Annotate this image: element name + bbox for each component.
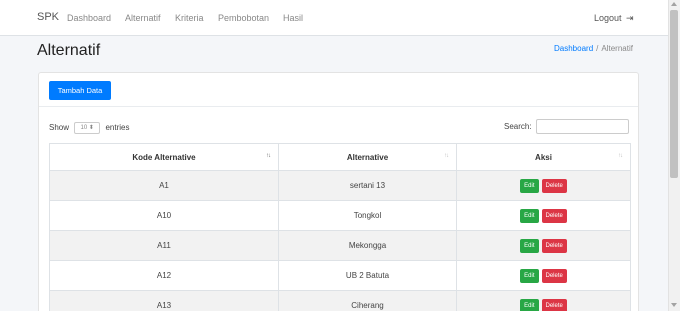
cell-aksi: Edit Delete: [456, 290, 631, 311]
card-header: Tambah Data: [39, 73, 638, 107]
navbar-brand[interactable]: SPK: [37, 11, 59, 23]
nav-link-hasil[interactable]: Hasil: [283, 13, 303, 23]
top-navbar: SPK Dashboard Alternatif Kriteria Pembob…: [0, 0, 668, 36]
chevron-updown-icon: ⬍: [88, 125, 94, 131]
entries-length-control: Show 10 ⬍ entries: [49, 122, 130, 134]
breadcrumb: Dashboard / Alternatif: [554, 44, 633, 53]
cell-kode: A11: [49, 230, 279, 261]
cell-alternative: sertani 13: [278, 170, 457, 201]
alternatif-table: Kode Alternative ↑↓ Alternative ↑↓ Aksi ↑↓ …: [49, 143, 631, 311]
show-label: Show: [49, 123, 70, 133]
cell-alternative: UB 2 Batuta: [278, 260, 457, 291]
column-header-kode-label: Kode Alternative: [132, 152, 196, 162]
cell-aksi: Edit Delete: [456, 230, 631, 261]
edit-button[interactable]: Edit: [520, 208, 539, 223]
alternatif-card: Tambah Data Show 10 ⬍ entries Search: Ko…: [38, 72, 639, 311]
column-header-alternative-label: Alternative: [346, 152, 389, 162]
breadcrumb-current: Alternatif: [601, 44, 633, 53]
cell-kode: A13: [49, 290, 279, 311]
delete-button[interactable]: Delete: [541, 298, 567, 311]
nav-link-kriteria[interactable]: Kriteria: [175, 13, 204, 23]
nav-link-dashboard[interactable]: Dashboard: [67, 13, 111, 23]
column-header-aksi-label: Aksi: [535, 152, 552, 162]
column-header-alternative[interactable]: Alternative ↑↓: [278, 143, 457, 171]
logout-label: Logout: [594, 13, 622, 23]
edit-button[interactable]: Edit: [520, 238, 539, 253]
edit-button[interactable]: Edit: [520, 268, 539, 283]
entries-length-select[interactable]: 10 ⬍: [74, 122, 101, 134]
cell-kode: A12: [49, 260, 279, 291]
edit-button[interactable]: Edit: [520, 298, 539, 311]
cell-alternative: Tongkol: [278, 200, 457, 231]
search-label: Search:: [504, 122, 532, 131]
page-title: Alternatif: [37, 42, 101, 59]
entries-label: entries: [105, 123, 130, 133]
table-header-row: Kode Alternative ↑↓ Alternative ↑↓ Aksi ↑↓: [49, 143, 631, 171]
table-row: A11 Mekongga Edit Delete: [49, 230, 631, 261]
sign-out-icon: ⇥: [626, 13, 634, 23]
vertical-scrollbar[interactable]: [668, 0, 680, 311]
table-row: A12 UB 2 Batuta Edit Delete: [49, 260, 631, 291]
scroll-up-arrow-icon[interactable]: [671, 2, 677, 6]
cell-alternative: Ciherang: [278, 290, 457, 311]
table-row: A10 Tongkol Edit Delete: [49, 200, 631, 231]
column-header-aksi[interactable]: Aksi ↑↓: [456, 143, 631, 171]
search-input[interactable]: [536, 119, 629, 134]
sort-asc-icon: ↑↓: [266, 153, 271, 159]
delete-button[interactable]: Delete: [541, 238, 567, 253]
edit-button[interactable]: Edit: [520, 178, 539, 193]
entries-length-value: 10: [80, 125, 88, 131]
add-data-button[interactable]: Tambah Data: [49, 81, 111, 100]
scroll-down-arrow-icon[interactable]: [671, 303, 677, 307]
delete-button[interactable]: Delete: [541, 208, 567, 223]
cell-aksi: Edit Delete: [456, 200, 631, 231]
scrollbar-thumb[interactable]: [670, 10, 678, 178]
delete-button[interactable]: Delete: [541, 178, 567, 193]
breadcrumb-home-link[interactable]: Dashboard: [554, 44, 593, 53]
sort-icon: ↑↓: [618, 153, 623, 159]
cell-aksi: Edit Delete: [456, 170, 631, 201]
cell-kode: A10: [49, 200, 279, 231]
nav-link-alternatif[interactable]: Alternatif: [125, 13, 161, 23]
cell-alternative: Mekongga: [278, 230, 457, 261]
sort-icon: ↑↓: [444, 153, 449, 159]
cell-aksi: Edit Delete: [456, 260, 631, 291]
cell-kode: A1: [49, 170, 279, 201]
table-row: A1 sertani 13 Edit Delete: [49, 170, 631, 201]
delete-button[interactable]: Delete: [541, 268, 567, 283]
logout-link[interactable]: Logout ⇥: [594, 13, 634, 24]
breadcrumb-separator: /: [596, 44, 599, 53]
table-row: A13 Ciherang Edit Delete: [49, 290, 631, 311]
nav-link-pembobotan[interactable]: Pembobotan: [218, 13, 269, 23]
column-header-kode[interactable]: Kode Alternative ↑↓: [49, 143, 279, 171]
